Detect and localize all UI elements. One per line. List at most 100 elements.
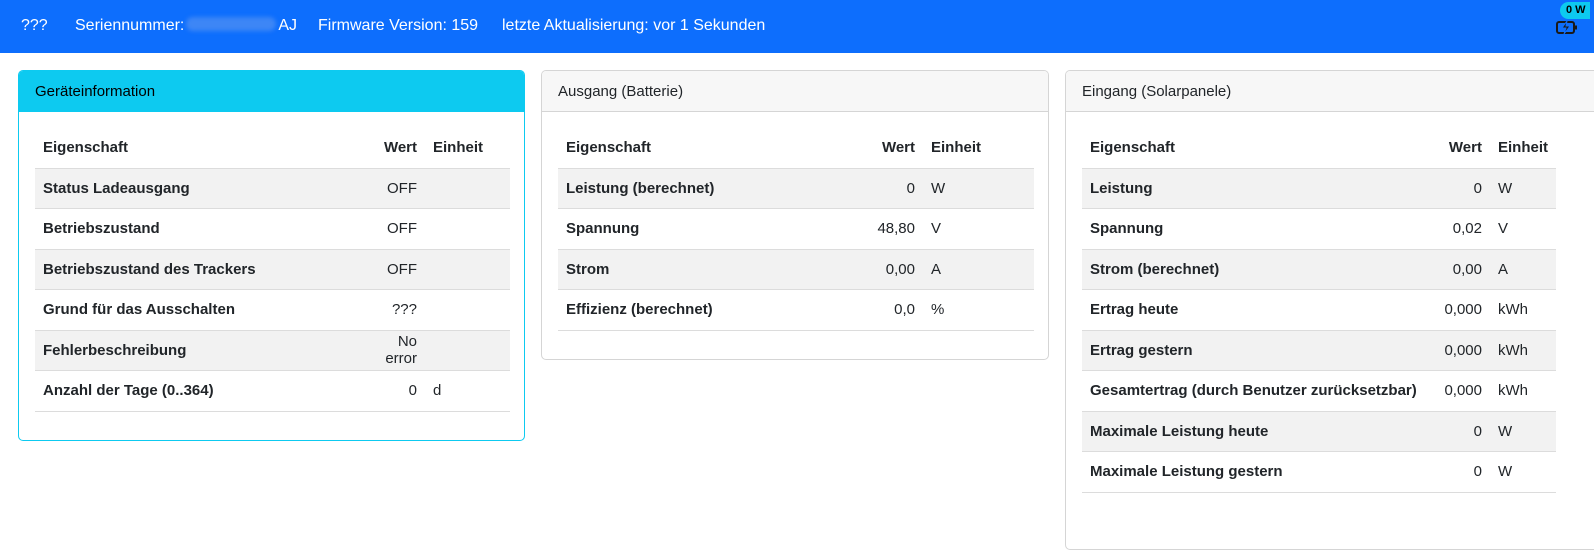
property-cell: Maximale Leistung heute: [1082, 411, 1427, 452]
device-info-card: Geräteinformation Eigenschaft Wert Einhe…: [18, 70, 525, 441]
table-row: Ertrag gestern 0,000 kWh: [1082, 330, 1556, 371]
column-header-property: Eigenschaft: [558, 128, 848, 169]
property-cell: Ertrag gestern: [1082, 330, 1427, 371]
unit-cell: V: [1489, 208, 1556, 250]
value-cell: 0: [1426, 411, 1490, 452]
column-header-value: Wert: [1426, 128, 1490, 169]
property-cell: Spannung: [1082, 208, 1427, 250]
property-cell: Betriebszustand: [35, 208, 355, 250]
property-cell: Maximale Leistung gestern: [1082, 451, 1427, 493]
column-header-unit: Einheit: [923, 128, 1034, 169]
input-solar-table: Eigenschaft Wert Einheit Leistung 0 W Span…: [1082, 128, 1556, 493]
serial-redacted: [186, 17, 277, 31]
table-row: Leistung 0 W: [1082, 168, 1556, 209]
table-row: Anzahl der Tage (0..364) 0 d: [35, 370, 510, 412]
table-header-row: Eigenschaft Wert Einheit: [1082, 128, 1556, 169]
table-header-row: Eigenschaft Wert Einheit: [35, 128, 510, 169]
table-row: Spannung 48,80 V: [558, 208, 1034, 250]
table-row: Effizienz (berechnet) 0,0%: [558, 289, 1034, 331]
value-cell: 0,00: [848, 249, 923, 290]
unit-cell: kWh: [1489, 370, 1556, 412]
value-cell: 0: [1426, 168, 1490, 209]
last-update: letzte Aktualisierung: vor 1 Sekunden: [502, 17, 766, 34]
device-info-table: Eigenschaft Wert Einheit Status Ladeausg…: [35, 128, 510, 412]
value-cell: 48,80: [848, 208, 923, 250]
unit-cell: kWh: [1489, 330, 1556, 371]
value-cell: No error: [355, 330, 425, 371]
device-info-title: Geräteinformation: [19, 71, 524, 112]
unit-cell: d: [425, 370, 510, 412]
column-header-unit: Einheit: [425, 128, 510, 169]
table-row: Betriebszustand des Trackers OFF: [35, 249, 510, 290]
property-cell: Leistung: [1082, 168, 1427, 209]
value-cell: 0: [848, 168, 923, 209]
table-row: Betriebszustand OFF: [35, 208, 510, 250]
property-cell: Grund für das Ausschalten: [35, 289, 355, 331]
value-cell: ???: [355, 289, 425, 331]
unit-cell: W: [923, 168, 1034, 209]
value-cell: 0,000: [1426, 289, 1490, 331]
serial-suffix: AJ: [278, 17, 298, 34]
unit-cell: W: [1489, 451, 1556, 493]
property-cell: Gesamtertrag (durch Benutzer zurücksetzb…: [1082, 370, 1427, 412]
property-cell: Betriebszustand des Trackers: [35, 249, 355, 290]
property-cell: Fehlerbeschreibung: [35, 330, 355, 371]
value-cell: 0,000: [1426, 370, 1490, 412]
value-cell: 0,000: [1426, 330, 1490, 371]
table-row: Strom 0,00 A: [558, 249, 1034, 290]
top-navbar: ??? Seriennummer: AJ Firmware Version: 15…: [0, 0, 1594, 53]
firmware-version: Firmware Version: 159: [318, 17, 479, 34]
column-header-property: Eigenschaft: [1082, 128, 1427, 169]
unit-cell: A: [923, 249, 1034, 290]
value-cell: OFF: [355, 249, 425, 290]
table-row: Status Ladeausgang OFF: [35, 168, 510, 209]
property-cell: Ertrag heute: [1082, 289, 1427, 331]
table-row: Leistung (berechnet) 0 W: [558, 168, 1034, 209]
property-cell: Effizienz (berechnet): [558, 289, 848, 331]
value-cell: 0,00: [1426, 249, 1490, 290]
table-header-row: Eigenschaft Wert Einheit: [558, 128, 1034, 169]
property-cell: Anzahl der Tage (0..364): [35, 370, 355, 412]
unit-cell: [425, 168, 510, 209]
property-cell: Leistung (berechnet): [558, 168, 848, 209]
value-cell: 0: [1426, 451, 1490, 493]
unit-cell: W: [1489, 411, 1556, 452]
unit-cell: [425, 208, 510, 250]
value-cell: OFF: [355, 208, 425, 250]
input-solar-title: Eingang (Solarpanele): [1066, 71, 1594, 112]
value-cell: OFF: [355, 168, 425, 209]
value-cell: 0,0: [848, 289, 923, 331]
column-header-property: Eigenschaft: [35, 128, 355, 169]
property-cell: Strom (berechnet): [1082, 249, 1427, 290]
input-solar-card: Eingang (Solarpanele) Eigenschaft Wert E…: [1065, 70, 1594, 550]
unit-cell: [425, 289, 510, 331]
unit-cell: W: [1489, 168, 1556, 209]
column-header-unit: Einheit: [1489, 128, 1556, 169]
value-cell: 0,02: [1426, 208, 1490, 250]
property-cell: Spannung: [558, 208, 848, 250]
property-cell: Status Ladeausgang: [35, 168, 355, 209]
unit-cell: [425, 249, 510, 290]
unit-cell: kWh: [1489, 289, 1556, 331]
output-battery-table: Eigenschaft Wert Einheit Leistung (berec…: [558, 128, 1034, 331]
table-row: Ertrag heute 0,000 kWh: [1082, 289, 1556, 331]
table-row: Strom (berechnet) 0,00 A: [1082, 249, 1556, 290]
charging-battery-icon[interactable]: [1556, 17, 1578, 37]
table-row: Spannung 0,02 V: [1082, 208, 1556, 250]
table-row: Grund für das Ausschalten???: [35, 289, 510, 331]
unit-cell: V: [923, 208, 1034, 250]
unit-cell: %: [923, 289, 1034, 331]
output-battery-title: Ausgang (Batterie): [542, 71, 1048, 112]
output-battery-card: Ausgang (Batterie) Eigenschaft Wert Einh…: [541, 70, 1049, 360]
serial-label: Seriennummer:: [75, 17, 185, 34]
unit-cell: A: [1489, 249, 1556, 290]
table-row: Maximale Leistung heute 0 W: [1082, 411, 1556, 452]
column-header-value: Wert: [848, 128, 923, 169]
device-name[interactable]: ???: [21, 17, 48, 35]
table-row: Fehlerbeschreibung No error: [35, 330, 510, 371]
property-cell: Strom: [558, 249, 848, 290]
serial-number: Seriennummer: AJ: [75, 17, 297, 35]
value-cell: 0: [355, 370, 425, 412]
column-header-value: Wert: [355, 128, 425, 169]
table-row: Maximale Leistung gestern 0 W: [1082, 451, 1556, 493]
